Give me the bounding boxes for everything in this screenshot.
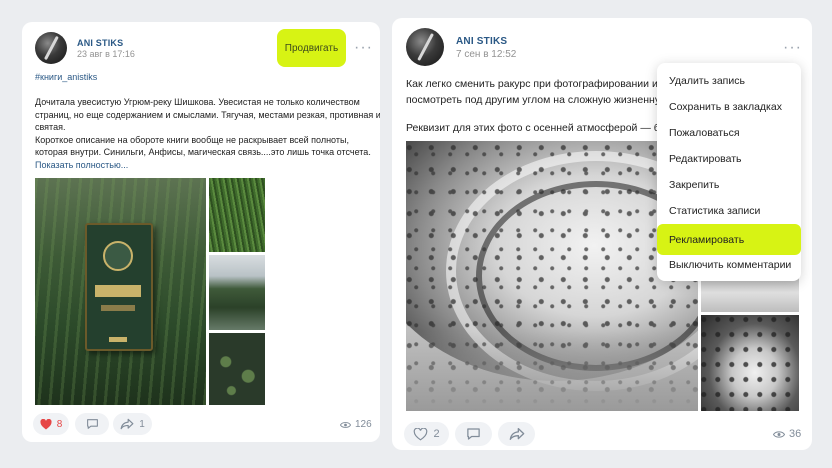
comment-icon	[467, 428, 480, 440]
post-text-line: посмотреть под другим углом на сложную ж…	[406, 94, 661, 106]
share-icon	[509, 427, 524, 440]
photo-book-forest[interactable]	[35, 178, 206, 405]
post-text-line: страниц, но еще содержанием и смыслами. …	[35, 109, 380, 120]
menu-item-delete[interactable]: Удалить запись	[657, 68, 801, 94]
post-text: Как легко сменить ракурс при фотографиро…	[406, 76, 670, 136]
avatar[interactable]	[35, 32, 67, 64]
share-button[interactable]	[498, 422, 535, 446]
menu-item-edit[interactable]: Редактировать	[657, 146, 801, 172]
like-count: 8	[56, 418, 63, 430]
post-author[interactable]: ANI STIKS	[456, 36, 507, 47]
like-count: 2	[433, 428, 440, 440]
show-more-link[interactable]: Показать полностью...	[35, 159, 380, 172]
promote-button[interactable]: Продвигать	[277, 29, 346, 67]
like-button[interactable]: 8	[33, 413, 69, 435]
post-text: Дочитала увесистую Угрюм-реку Шишкова. У…	[35, 96, 380, 172]
post-text-line: Дочитала увесистую Угрюм-реку Шишкова. У…	[35, 97, 360, 107]
post-text-line: Короткое описание на обороте книги вообщ…	[35, 134, 349, 145]
comment-button[interactable]	[455, 422, 492, 446]
more-options-icon[interactable]: ···	[783, 40, 802, 56]
eye-icon	[773, 430, 785, 438]
post-text-line: которая внутри. Синильги, Анфисы, магиче…	[35, 147, 371, 158]
eye-icon	[340, 421, 351, 428]
post-text-line: Реквизит для этих фото с осенней атмосфе…	[406, 122, 671, 134]
views-count: 36	[789, 428, 802, 440]
share-icon	[120, 418, 134, 430]
share-count: 1	[139, 418, 145, 430]
menu-item-advertise[interactable]: Рекламировать	[657, 224, 801, 255]
post-options-menu: Удалить запись Сохранить в закладках Пож…	[657, 63, 801, 281]
views-counter: 36	[773, 428, 801, 440]
post-text-line: Как легко сменить ракурс при фотографиро…	[406, 78, 666, 90]
comment-button[interactable]	[75, 413, 109, 435]
post-date[interactable]: 7 сен в 12:52	[456, 49, 516, 60]
menu-item-disable-comments[interactable]: Выключить комментарии	[657, 252, 801, 278]
post-text-line: святая.	[35, 122, 66, 133]
menu-item-pin[interactable]: Закрепить	[657, 172, 801, 198]
photo-glass-vase[interactable]	[406, 141, 698, 411]
like-button[interactable]: 2	[404, 422, 449, 446]
more-options-icon[interactable]: ···	[354, 40, 373, 56]
menu-item-statistics[interactable]: Статистика записи	[657, 198, 801, 224]
avatar[interactable]	[406, 28, 444, 66]
post-author[interactable]: ANI STIKS	[77, 38, 123, 48]
comment-icon	[86, 419, 98, 429]
post-date[interactable]: 23 авг в 17:16	[77, 49, 135, 59]
heart-icon	[40, 418, 52, 429]
menu-item-report[interactable]: Пожаловаться	[657, 120, 801, 146]
hashtag-link[interactable]: #книги_anistiks	[35, 72, 97, 82]
post-card-left: ANI STIKS 23 авг в 17:16 Продвигать ··· …	[22, 22, 380, 442]
views-count: 126	[355, 419, 372, 430]
photo-lily-pads[interactable]	[209, 333, 265, 405]
menu-item-bookmark[interactable]: Сохранить в закладках	[657, 94, 801, 120]
share-button[interactable]: 1	[113, 413, 152, 435]
heart-icon	[414, 427, 428, 441]
book-cover	[85, 223, 153, 351]
photo-grass[interactable]	[209, 178, 265, 252]
photo-glass-side[interactable]	[701, 315, 799, 411]
views-counter: 126	[340, 419, 372, 430]
photo-river[interactable]	[209, 255, 265, 330]
